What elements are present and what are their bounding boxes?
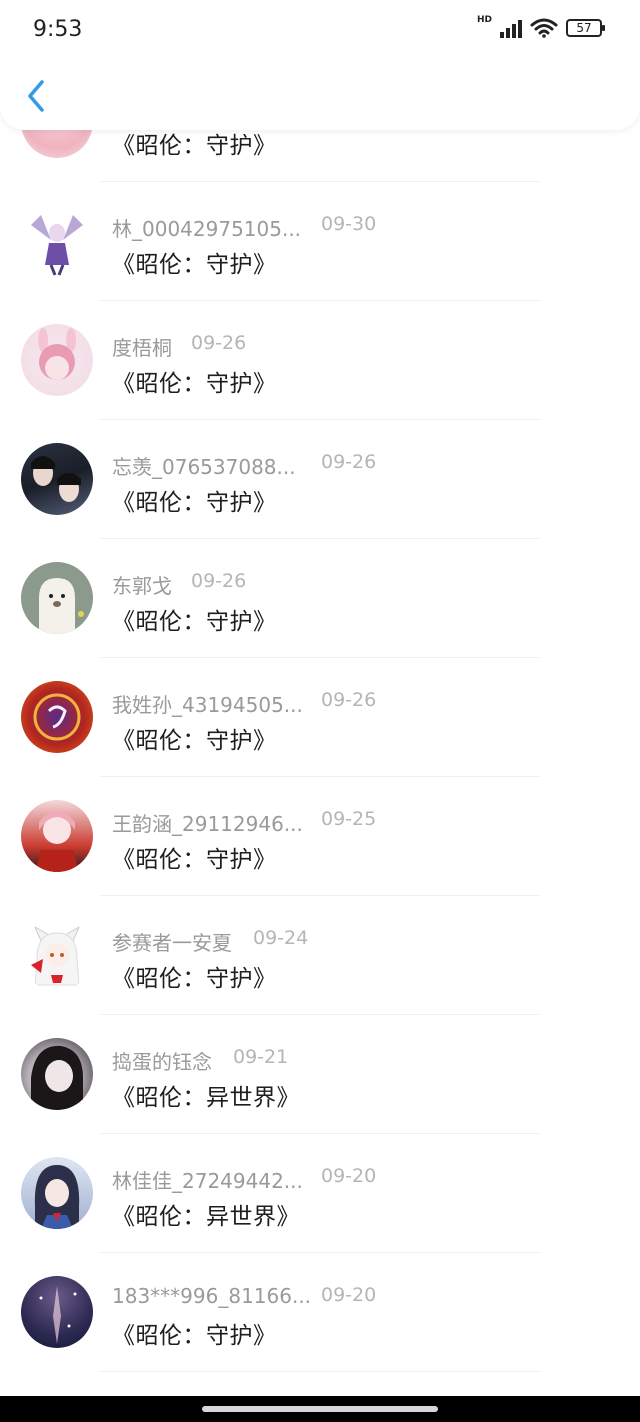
reader-name: 捣蛋的钰念 bbox=[112, 1050, 212, 1074]
book-title: 《昭伦：守护》 bbox=[112, 1323, 277, 1349]
battery-level: 57 bbox=[576, 21, 592, 35]
book-title: 《昭伦：异世界》 bbox=[112, 1204, 300, 1230]
list-item[interactable]: 林佳佳_27249442... 09-20 《昭伦：异世界》 bbox=[0, 1135, 640, 1254]
book-title: 《昭伦：守护》 bbox=[112, 371, 277, 397]
list-item[interactable]: 林_00042975105... 09-30 《昭伦：守护》 bbox=[0, 183, 640, 302]
divider bbox=[100, 1133, 540, 1134]
read-date: 09-20 bbox=[321, 1284, 377, 1306]
list-item[interactable]: 参赛者一安夏 09-24 《昭伦：守护》 bbox=[0, 897, 640, 1016]
reader-name: 王韵涵_29112946... bbox=[112, 812, 303, 836]
book-title: 《昭伦：守护》 bbox=[112, 133, 277, 159]
reader-name: 我姓孙_43194505... bbox=[112, 693, 303, 717]
book-title: 《昭伦：守护》 bbox=[112, 609, 277, 635]
read-date: 09-26 bbox=[191, 332, 247, 354]
divider bbox=[100, 1371, 540, 1372]
avatar bbox=[21, 562, 93, 634]
status-time: 9:53 bbox=[33, 17, 83, 42]
avatar bbox=[21, 1157, 93, 1229]
divider bbox=[100, 300, 540, 301]
book-title: 《昭伦：守护》 bbox=[112, 847, 277, 873]
read-date: 09-24 bbox=[253, 927, 309, 949]
divider bbox=[100, 1014, 540, 1015]
back-button[interactable] bbox=[22, 78, 52, 114]
reader-name: 林_00042975105... bbox=[112, 217, 302, 241]
divider bbox=[100, 776, 540, 777]
reader-name: 忘羡_076537088... bbox=[112, 455, 296, 479]
read-date: 09-30 bbox=[321, 213, 377, 235]
read-date: 09-21 bbox=[233, 1046, 289, 1068]
reader-list: 《昭伦：守护》 林_00042975105... 09-30 《昭伦：守护》 度… bbox=[0, 0, 640, 1396]
list-item[interactable]: 东郭戈 09-26 《昭伦：守护》 bbox=[0, 540, 640, 659]
avatar bbox=[21, 205, 93, 277]
reader-name: 183***996_81166... bbox=[112, 1284, 312, 1308]
book-title: 《昭伦：异世界》 bbox=[112, 1085, 300, 1111]
divider bbox=[100, 895, 540, 896]
book-title: 《昭伦：守护》 bbox=[112, 252, 277, 278]
reader-name: 度梧桐 bbox=[112, 336, 172, 360]
avatar bbox=[21, 681, 93, 753]
list-item[interactable]: 183***996_81166... 09-20 《昭伦：守护》 bbox=[0, 1254, 640, 1373]
divider bbox=[100, 538, 540, 539]
list-item[interactable]: 王韵涵_29112946... 09-25 《昭伦：守护》 bbox=[0, 778, 640, 897]
reader-name: 参赛者一安夏 bbox=[112, 931, 232, 955]
book-title: 《昭伦：守护》 bbox=[112, 966, 277, 992]
read-date: 09-26 bbox=[321, 451, 377, 473]
list-item[interactable]: 我姓孙_43194505... 09-26 《昭伦：守护》 bbox=[0, 659, 640, 778]
read-date: 09-20 bbox=[321, 1165, 377, 1187]
book-title: 《昭伦：守护》 bbox=[112, 490, 277, 516]
network-type-label: HD bbox=[476, 15, 492, 25]
reader-name: 林佳佳_27249442... bbox=[112, 1169, 303, 1193]
book-title: 《昭伦：守护》 bbox=[112, 728, 277, 754]
status-icons: HD 57 bbox=[476, 15, 605, 38]
read-date: 09-26 bbox=[191, 570, 247, 592]
wifi-icon bbox=[530, 18, 558, 38]
read-date: 09-26 bbox=[321, 689, 377, 711]
battery-icon: 57 bbox=[566, 19, 605, 37]
read-date: 09-25 bbox=[321, 808, 377, 830]
reader-name: 东郭戈 bbox=[112, 574, 172, 598]
avatar bbox=[21, 919, 93, 991]
divider bbox=[100, 1252, 540, 1253]
home-indicator[interactable] bbox=[202, 1406, 438, 1412]
system-nav-bar bbox=[0, 1396, 640, 1422]
avatar bbox=[21, 1276, 93, 1348]
list-item[interactable]: 忘羡_076537088... 09-26 《昭伦：守护》 bbox=[0, 421, 640, 540]
avatar bbox=[21, 800, 93, 872]
divider bbox=[100, 419, 540, 420]
signal-icon bbox=[500, 18, 522, 38]
divider bbox=[100, 181, 540, 182]
top-header: 9:53 HD 57 bbox=[0, 0, 640, 130]
avatar bbox=[21, 443, 93, 515]
avatar bbox=[21, 1038, 93, 1110]
list-item[interactable]: 度梧桐 09-26 《昭伦：守护》 bbox=[0, 302, 640, 421]
chevron-left-icon bbox=[28, 80, 44, 112]
list-item[interactable]: 捣蛋的钰念 09-21 《昭伦：异世界》 bbox=[0, 1016, 640, 1135]
avatar bbox=[21, 324, 93, 396]
divider bbox=[100, 657, 540, 658]
